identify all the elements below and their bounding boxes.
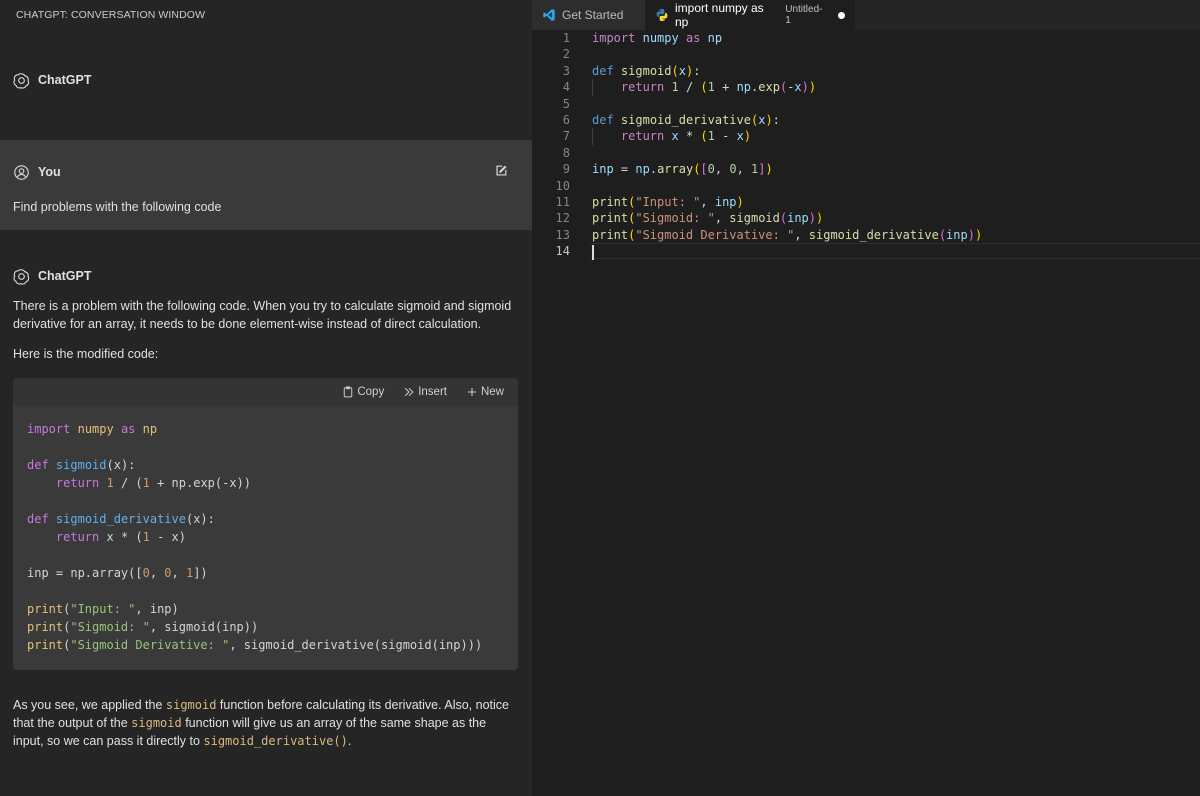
user-name: You bbox=[38, 165, 61, 179]
insert-label: Insert bbox=[418, 386, 447, 398]
code-line[interactable] bbox=[592, 46, 1200, 62]
inline-code: sigmoid bbox=[165, 698, 217, 712]
chatgpt-logo-icon bbox=[13, 268, 30, 285]
code-line[interactable] bbox=[592, 145, 1200, 161]
code-line[interactable]: def sigmoid_derivative(x): bbox=[592, 112, 1200, 128]
line-number: 13 bbox=[555, 227, 570, 242]
reply-paragraph-2: Here is the modified code: bbox=[13, 347, 159, 361]
tab-label: import numpy as np bbox=[674, 1, 764, 29]
code-block-content: import numpy as np def sigmoid(x): retur… bbox=[27, 422, 483, 652]
line-number: 1 bbox=[562, 31, 570, 45]
user-message: You Find problems with the following cod… bbox=[0, 140, 532, 230]
assistant-reply: ChatGPT There is a problem with the foll… bbox=[0, 262, 532, 748]
line-number: 8 bbox=[562, 145, 570, 160]
code-line[interactable]: inp = np.array([0, 0, 1]) bbox=[592, 161, 1200, 177]
assistant-header: ChatGPT bbox=[0, 30, 532, 95]
clipboard-icon bbox=[344, 386, 353, 398]
assistant-name: ChatGPT bbox=[38, 269, 92, 283]
code-line-current[interactable] bbox=[590, 243, 1200, 261]
line-number: 7 bbox=[562, 129, 570, 144]
tab-get-started[interactable]: Get Started bbox=[532, 0, 645, 30]
python-icon bbox=[656, 8, 668, 22]
reply-paragraph-3: As you see, we applied the sigmoid funct… bbox=[13, 698, 509, 748]
copy-code-button[interactable]: Copy bbox=[342, 386, 384, 398]
line-number-gutter: 1 2 3 4 5 6 7 8 9 10 11 12 13 14 bbox=[532, 30, 570, 259]
copy-label: Copy bbox=[357, 386, 385, 398]
line-number: 11 bbox=[555, 194, 570, 209]
insert-code-button[interactable]: Insert bbox=[403, 386, 447, 398]
new-label: New bbox=[480, 386, 504, 398]
plus-icon bbox=[467, 387, 477, 397]
edit-icon[interactable] bbox=[494, 164, 508, 178]
editor-text-area[interactable]: import numpy as np def sigmoid(x): retur… bbox=[590, 30, 1200, 261]
code-line[interactable]: print("Sigmoid: ", sigmoid(inp)) bbox=[592, 210, 1200, 226]
code-line[interactable]: print("Input: ", inp) bbox=[592, 194, 1200, 210]
line-number-active: 14 bbox=[555, 244, 570, 259]
line-number: 3 bbox=[562, 63, 570, 78]
inline-code: sigmoid bbox=[131, 716, 182, 730]
user-avatar-icon bbox=[14, 164, 29, 180]
new-file-button[interactable]: New bbox=[466, 386, 504, 398]
code-block: Copy Insert New import numpy as np def s… bbox=[13, 378, 518, 670]
tab-description: Untitled-1 bbox=[785, 4, 823, 26]
line-number: 2 bbox=[562, 47, 570, 62]
code-line[interactable]: def sigmoid(x): bbox=[592, 63, 1200, 79]
tab-label: Get Started bbox=[562, 8, 624, 22]
line-number: 9 bbox=[562, 162, 570, 177]
line-number: 10 bbox=[555, 178, 570, 193]
code-line[interactable]: return 1 / (1 + np.exp(-x)) bbox=[592, 79, 1200, 96]
text-cursor bbox=[592, 245, 594, 261]
code-line[interactable] bbox=[592, 178, 1200, 194]
reply-paragraph-1: There is a problem with the following co… bbox=[13, 299, 512, 331]
unsaved-dot-icon[interactable] bbox=[838, 11, 845, 19]
line-number: 6 bbox=[562, 112, 570, 127]
code-line[interactable] bbox=[592, 96, 1200, 112]
code-editor: Get Started import numpy as np Untitled-… bbox=[532, 0, 1200, 796]
chat-panel: CHATGPT: CONVERSATION WINDOW ChatGPT You… bbox=[0, 0, 532, 796]
chatgpt-logo-icon bbox=[13, 72, 30, 89]
editor-tab-bar: Get Started import numpy as np Untitled-… bbox=[532, 0, 1200, 30]
inline-code: sigmoid_derivative() bbox=[203, 734, 348, 748]
assistant-reply-header: ChatGPT bbox=[0, 262, 532, 290]
code-block-toolbar: Copy Insert New bbox=[13, 378, 518, 406]
code-line[interactable]: return x * (1 - x) bbox=[592, 128, 1200, 145]
assistant-name: ChatGPT bbox=[38, 73, 92, 87]
user-header: You bbox=[0, 157, 532, 187]
user-message-text: Find problems with the following code bbox=[13, 200, 222, 214]
line-number: 4 bbox=[562, 80, 570, 95]
line-number: 12 bbox=[555, 211, 570, 226]
tab-untitled-1[interactable]: import numpy as np Untitled-1 bbox=[645, 0, 855, 30]
code-line[interactable]: print("Sigmoid Derivative: ", sigmoid_de… bbox=[592, 227, 1200, 243]
chat-panel-header: CHATGPT: CONVERSATION WINDOW bbox=[0, 0, 532, 30]
double-chevron-right-icon bbox=[405, 387, 414, 397]
vscode-icon bbox=[543, 9, 555, 21]
code-line[interactable]: import numpy as np bbox=[592, 30, 1200, 46]
line-number: 5 bbox=[562, 96, 570, 111]
assistant-message-intro: ChatGPT bbox=[0, 30, 532, 140]
